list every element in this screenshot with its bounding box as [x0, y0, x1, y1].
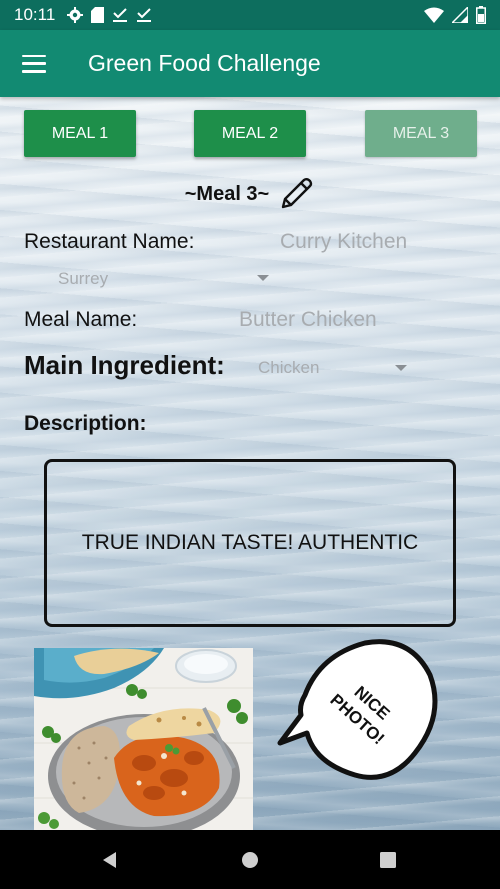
- wifi-icon: [424, 7, 444, 23]
- back-button[interactable]: [80, 830, 140, 889]
- status-time: 10:11: [14, 5, 56, 24]
- battery-icon: [476, 6, 486, 24]
- sd-card-icon: [91, 7, 105, 23]
- meal-2-button[interactable]: MEAL 2: [194, 110, 306, 157]
- nice-photo-bubble: NICE PHOTO!: [277, 639, 438, 780]
- recents-button[interactable]: [358, 830, 418, 889]
- description-text: TRUE INDIAN TASTE! AUTHENTIC: [81, 531, 419, 554]
- recents-icon: [380, 851, 396, 868]
- home-button[interactable]: [220, 830, 280, 889]
- location-value: Surrey: [58, 269, 109, 288]
- location-dropdown-icon[interactable]: [257, 275, 269, 281]
- pencil-icon[interactable]: [277, 175, 315, 213]
- signal-icon: [452, 7, 468, 23]
- back-icon: [103, 851, 116, 868]
- meal-heading: ~Meal 3~: [0, 175, 500, 213]
- location-spinner[interactable]: Surrey: [58, 269, 108, 289]
- restaurant-name-input[interactable]: Curry Kitchen: [280, 230, 407, 254]
- navigation-bar: [0, 830, 500, 889]
- gear-icon: [67, 7, 84, 23]
- meal-3-button[interactable]: MEAL 3: [365, 110, 477, 157]
- meal-name-label: Meal Name:: [24, 308, 138, 331]
- description-box[interactable]: TRUE INDIAN TASTE! AUTHENTIC: [44, 459, 456, 627]
- download-done-icon: [137, 8, 152, 22]
- hamburger-menu-icon[interactable]: [22, 54, 46, 73]
- ingredient-value: Chicken: [258, 358, 320, 377]
- ingredient-dropdown-icon[interactable]: [395, 365, 407, 371]
- food-photo[interactable]: [34, 648, 253, 830]
- description-label: Description:: [24, 412, 147, 435]
- status-bar: 10:11: [0, 0, 500, 30]
- meal-1-button[interactable]: MEAL 1: [24, 110, 136, 157]
- main-ingredient-label: Main Ingredient:: [24, 350, 225, 380]
- meal-heading-text: ~Meal 3~: [184, 182, 270, 205]
- restaurant-name-label: Restaurant Name:: [24, 230, 195, 253]
- app-bar: Green Food Challenge: [0, 30, 500, 97]
- app-title: Green Food Challenge: [88, 50, 321, 76]
- home-icon: [242, 851, 258, 868]
- download-done-icon: [113, 8, 128, 22]
- ingredient-spinner[interactable]: Chicken: [258, 358, 319, 378]
- meal-name-input[interactable]: Butter Chicken: [239, 308, 377, 332]
